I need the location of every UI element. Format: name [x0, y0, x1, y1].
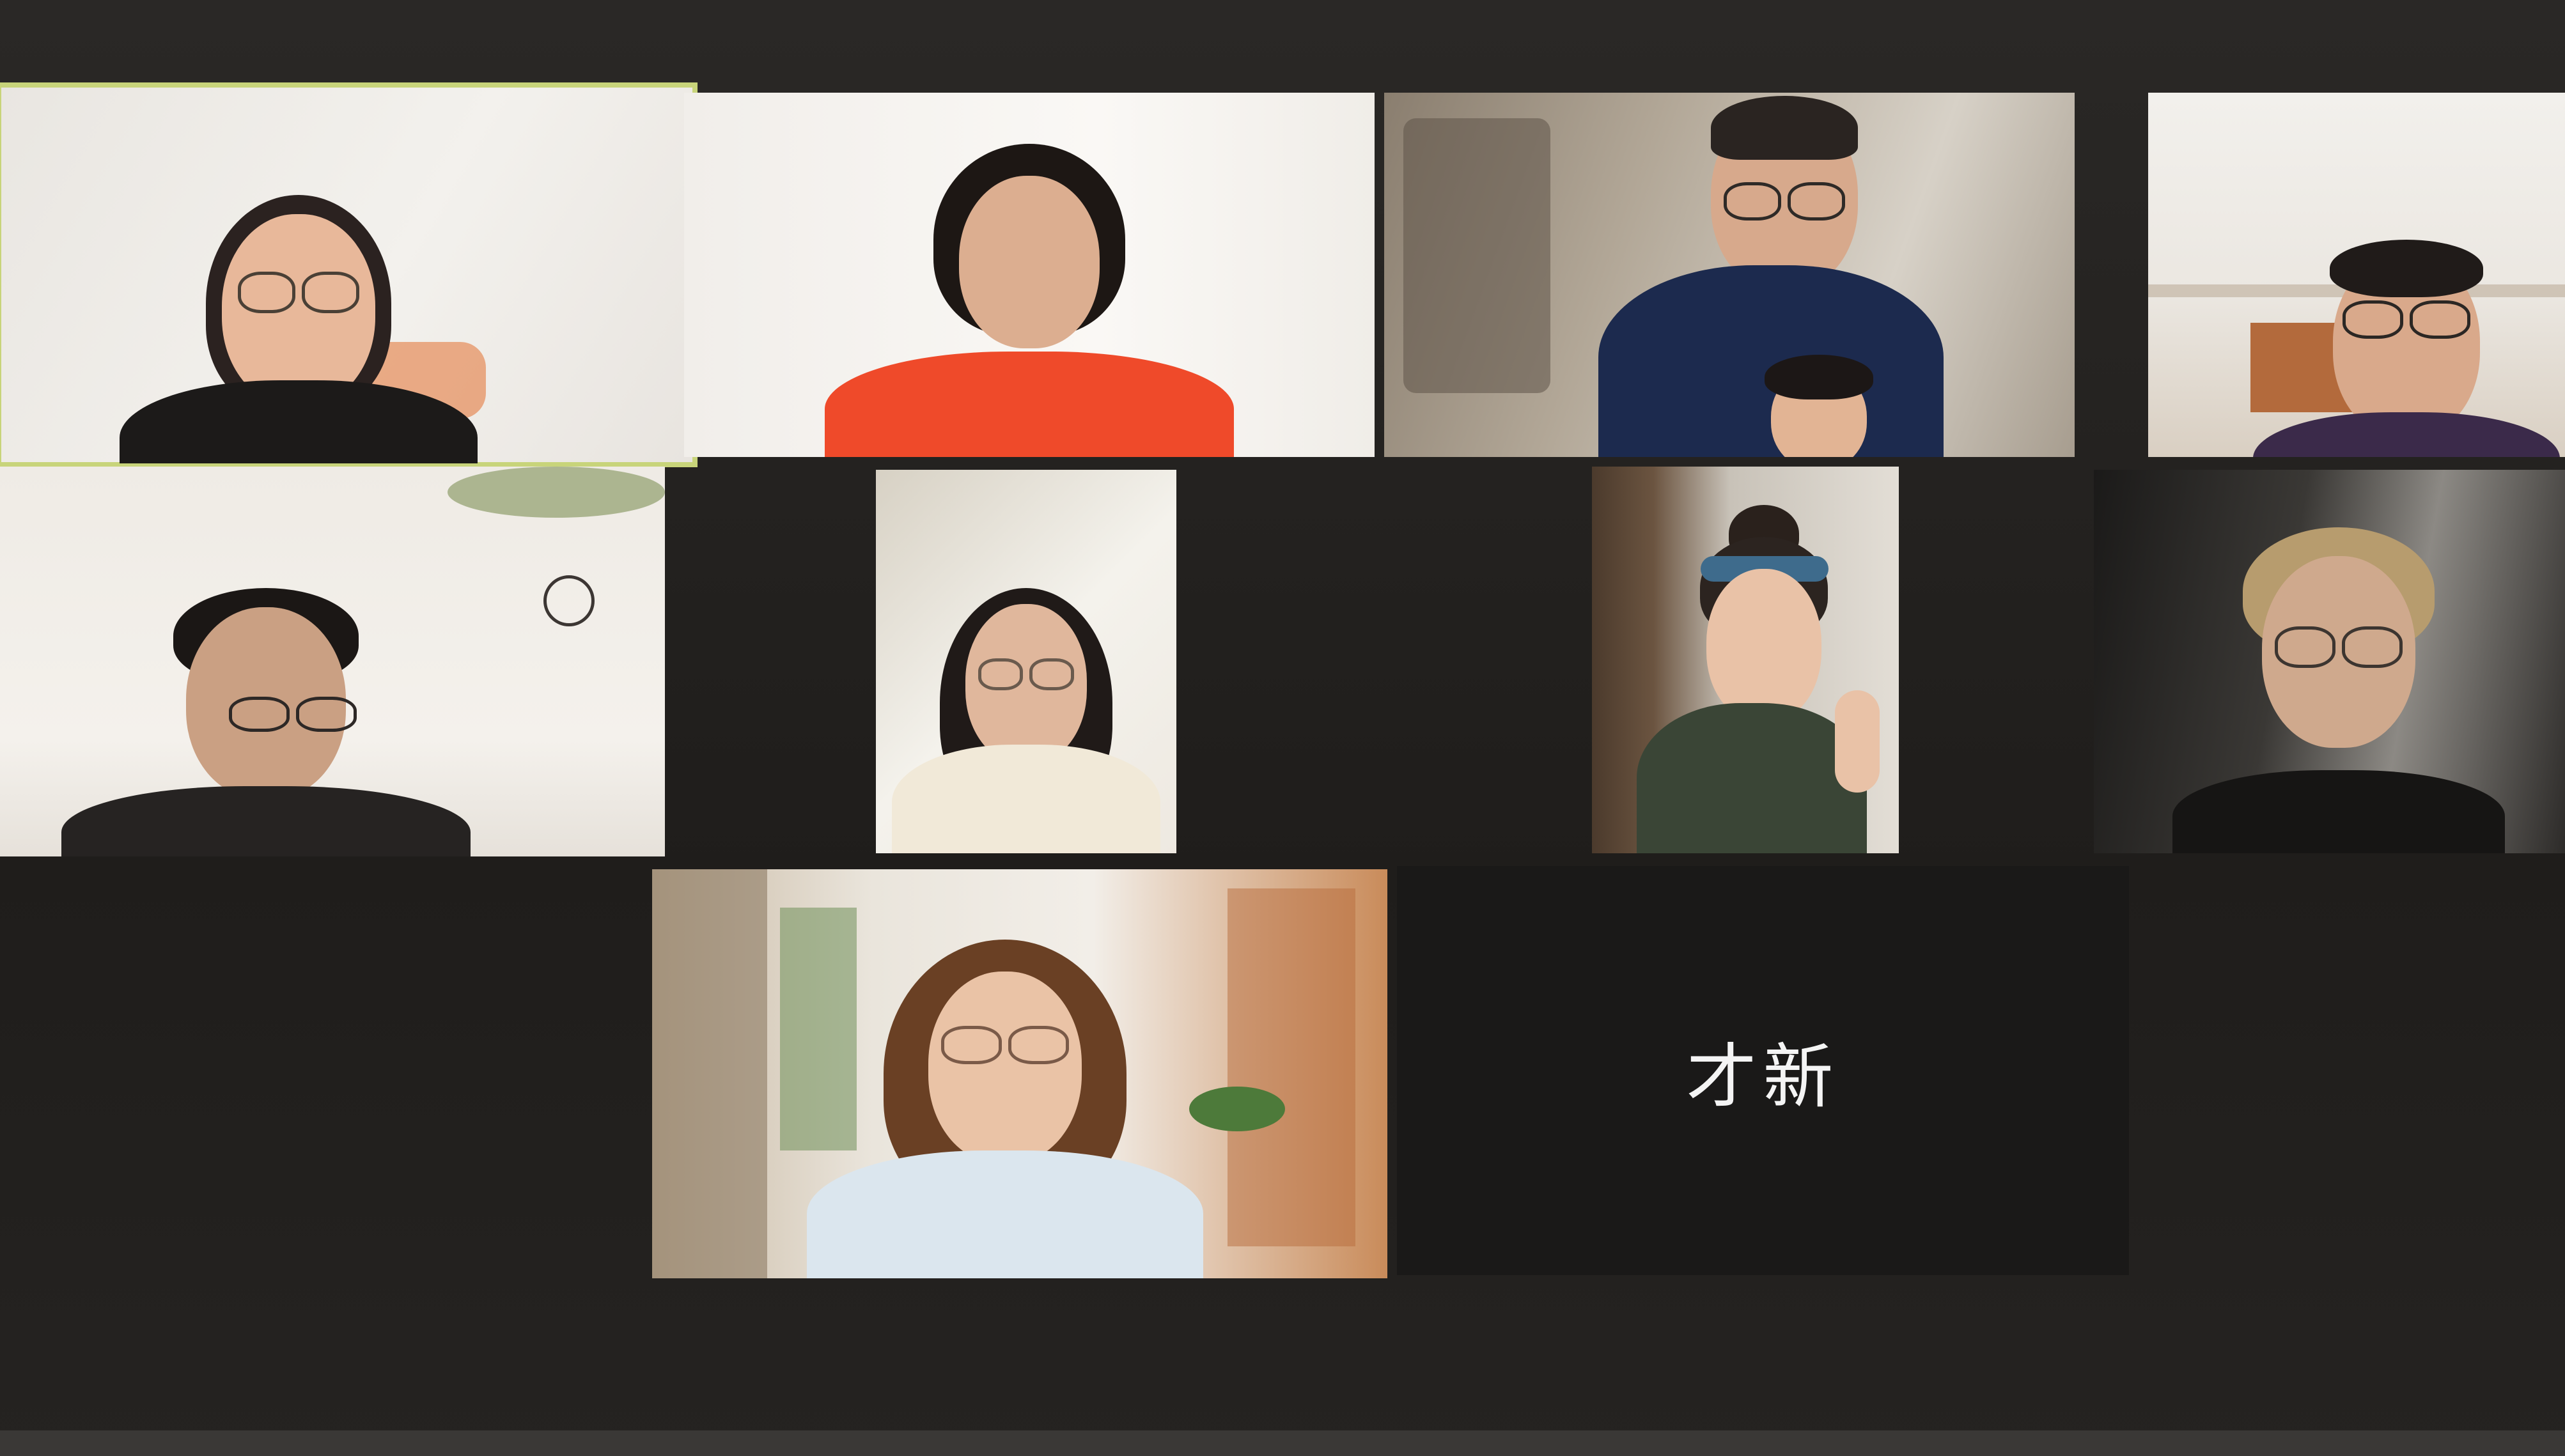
participant-video-5: [0, 467, 665, 856]
participant-tile-2[interactable]: [684, 93, 1375, 457]
participant-tile-4[interactable]: [2148, 93, 2565, 457]
screen-bottom-edge: [0, 1430, 2565, 1456]
participant-video-4: [2148, 93, 2565, 457]
participant-video-2: [684, 93, 1375, 457]
participant-tile-6[interactable]: [876, 470, 1176, 853]
gallery-view: 才新: [0, 0, 2565, 1456]
participant-tile-5[interactable]: [0, 467, 665, 856]
participant-tile-1[interactable]: [0, 82, 698, 467]
participant-video-1: [0, 86, 694, 463]
participant-name: 才新: [1686, 1036, 1840, 1118]
participant-tile-8[interactable]: [2094, 470, 2565, 853]
participant-video-9: [652, 869, 1387, 1278]
participant-video-3: [1384, 93, 2075, 457]
participant-tile-3[interactable]: [1384, 93, 2075, 457]
participant-tile-10[interactable]: 才新: [1397, 866, 2129, 1275]
participant-tile-7[interactable]: [1592, 467, 1899, 853]
participant-tile-9[interactable]: [652, 869, 1387, 1278]
participant-video-6: [876, 470, 1176, 853]
participant-video-7: [1592, 467, 1899, 853]
participant-video-8: [2094, 470, 2565, 853]
